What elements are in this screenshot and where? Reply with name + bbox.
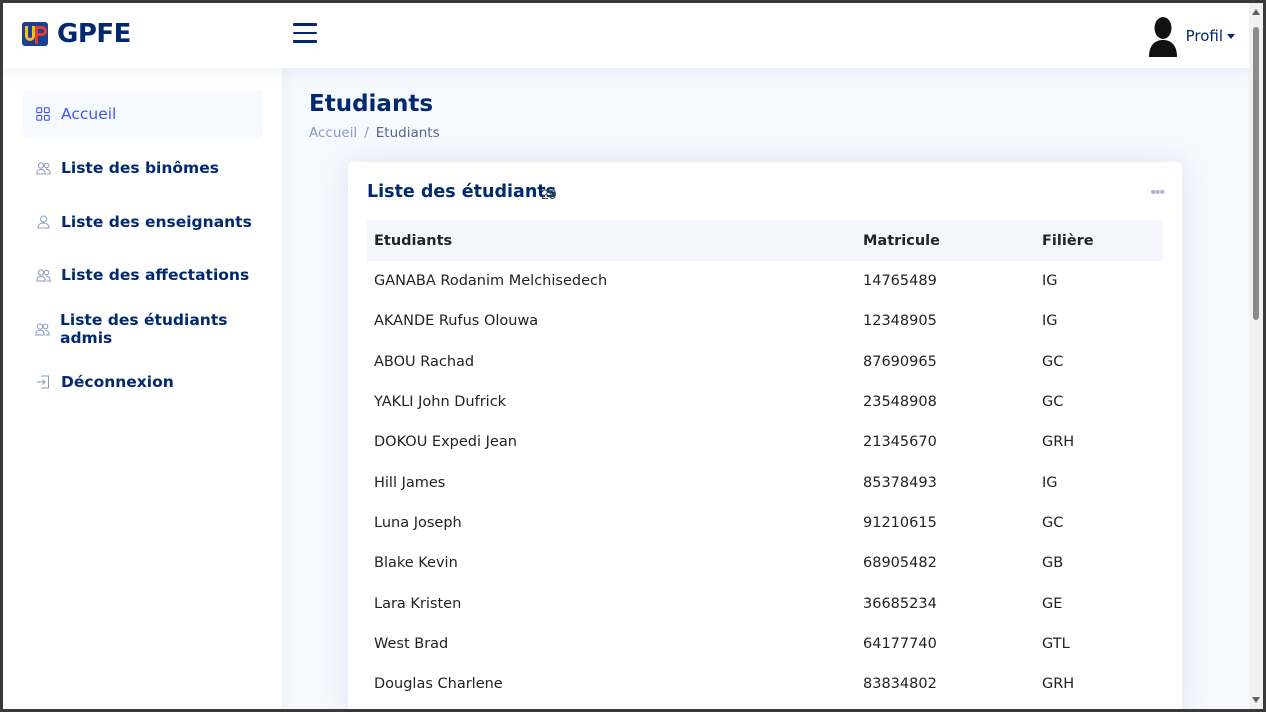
profile-menu[interactable]: Profil [1146, 15, 1235, 57]
student-count: 29 [541, 186, 557, 202]
matricule-cell: 23548908 [863, 394, 937, 411]
sidebar-item-deconnexion[interactable]: Déconnexion [23, 358, 263, 406]
matricule-cell: 14765489 [863, 273, 937, 290]
table-header: Etudiants Matricule Filière [367, 220, 1163, 261]
column-header-matricule[interactable]: Matricule [856, 233, 1035, 249]
table-row: West Brad 64177740 GTL [367, 624, 1163, 664]
breadcrumb-link-accueil[interactable]: Accueil [309, 125, 357, 141]
student-name-cell: AKANDE Rufus Olouwa [374, 313, 539, 330]
person-icon [35, 214, 51, 230]
hamburger-icon[interactable] [293, 23, 317, 47]
filiere-cell: IG [1042, 474, 1058, 491]
student-name-cell: ABOU Rachad [374, 353, 475, 370]
people-icon [35, 160, 51, 176]
matricule-cell: 87690965 [863, 353, 937, 370]
table-row: Luna Joseph 91210615 GC [367, 503, 1163, 543]
table-row: Lara Kristen 36685234 GE [367, 583, 1163, 623]
matricule-cell: 21345670 [863, 434, 937, 451]
profile-label: Profil [1185, 27, 1223, 45]
breadcrumb-current: Etudiants [375, 125, 440, 141]
sidebar: Accueil Liste des binômes Liste des ense… [3, 68, 282, 709]
student-name-cell: Douglas Charlene [374, 676, 503, 693]
sidebar-item-affectations[interactable]: Liste des affectations [23, 251, 263, 299]
table-row: Blake Kevin 68905482 GB [367, 543, 1163, 583]
filiere-cell: GE [1042, 595, 1063, 612]
table-row: YAKLI John Dufrick 23548908 GC [367, 382, 1163, 422]
sidebar-item-accueil[interactable]: Accueil [23, 90, 263, 138]
sidebar-item-label: Liste des étudiants admis [60, 311, 228, 347]
filiere-cell: GRH [1042, 676, 1075, 693]
people-icon [35, 267, 51, 283]
filiere-cell: IG [1042, 313, 1058, 330]
table-row: Douglas Charlene 83834802 GRH [367, 664, 1163, 704]
filiere-cell: GB [1042, 555, 1064, 572]
sidebar-item-label: Déconnexion [61, 373, 174, 391]
table-row: GANABA Rodanim Melchisedech 14765489 IG [367, 261, 1163, 301]
filiere-cell: GRH [1042, 434, 1075, 451]
students-card: Liste des étudiants 29 ••• Etudiants Mat… [348, 162, 1182, 709]
scroll-down-arrow-icon[interactable] [1252, 697, 1260, 703]
student-name-cell: DOKOU Expedi Jean [374, 434, 517, 451]
card-title: Liste des étudiants [367, 182, 557, 202]
table-row: AKANDE Rufus Olouwa 12348905 IG [367, 301, 1163, 341]
sidebar-item-enseignants[interactable]: Liste des enseignants [23, 198, 263, 246]
sidebar-item-etudiants-admis[interactable]: Liste des étudiants admis [23, 305, 263, 353]
page-title: Etudiants [309, 91, 434, 117]
logo-icon [21, 19, 51, 49]
logout-icon [35, 374, 51, 390]
filiere-cell: GC [1042, 353, 1064, 370]
column-header-etudiants[interactable]: Etudiants [367, 233, 856, 249]
filiere-cell: GC [1042, 394, 1064, 411]
matricule-cell: 12348905 [863, 313, 937, 330]
matricule-cell: 36685234 [863, 595, 937, 612]
breadcrumb: Accueil / Etudiants [309, 125, 440, 141]
app-name: GPFE [57, 19, 131, 49]
sidebar-item-label: Accueil [61, 105, 117, 123]
student-name-cell: Hill James [374, 474, 446, 491]
table-body: GANABA Rodanim Melchisedech 14765489 IG AKA… [367, 261, 1163, 704]
filiere-cell: GC [1042, 514, 1064, 531]
student-name-cell: YAKLI John Dufrick [374, 394, 507, 411]
matricule-cell: 68905482 [863, 555, 937, 572]
scrollbar-thumb[interactable] [1253, 27, 1259, 320]
people-icon [35, 321, 50, 337]
sidebar-item-binomes[interactable]: Liste des binômes [23, 144, 263, 192]
app-window: GPFE Profil Accueil Liste des binômes Li… [3, 3, 1249, 709]
students-table: Etudiants Matricule Filière GANABA Rodan… [367, 220, 1163, 704]
matricule-cell: 83834802 [863, 676, 937, 693]
student-name-cell: Blake Kevin [374, 555, 458, 572]
table-row: ABOU Rachad 87690965 GC [367, 342, 1163, 382]
student-name-cell: Lara Kristen [374, 595, 462, 612]
filiere-cell: IG [1042, 273, 1058, 290]
matricule-cell: 64177740 [863, 635, 937, 652]
chevron-down-icon [1227, 33, 1235, 39]
avatar [1146, 15, 1180, 57]
table-row: Hill James 85378493 IG [367, 462, 1163, 502]
student-name-cell: Luna Joseph [374, 514, 462, 531]
matricule-cell: 85378493 [863, 474, 937, 491]
sidebar-item-label: Liste des binômes [61, 159, 219, 177]
vertical-scrollbar[interactable] [1249, 3, 1263, 709]
matricule-cell: 91210615 [863, 514, 937, 531]
top-header: GPFE Profil [3, 3, 1249, 68]
logo[interactable]: GPFE [21, 19, 131, 49]
grid-icon [35, 106, 51, 122]
sidebar-item-label: Liste des enseignants [61, 213, 252, 231]
scroll-up-arrow-icon[interactable] [1252, 9, 1260, 15]
breadcrumb-separator: / [364, 125, 369, 141]
sidebar-item-label: Liste des affectations [61, 266, 250, 284]
student-name-cell: GANABA Rodanim Melchisedech [374, 273, 608, 290]
table-row: DOKOU Expedi Jean 21345670 GRH [367, 422, 1163, 462]
filiere-cell: GTL [1042, 635, 1070, 652]
student-name-cell: West Brad [374, 635, 449, 652]
more-dots-icon[interactable]: ••• [1150, 184, 1165, 202]
column-header-filiere[interactable]: Filière [1035, 233, 1163, 249]
